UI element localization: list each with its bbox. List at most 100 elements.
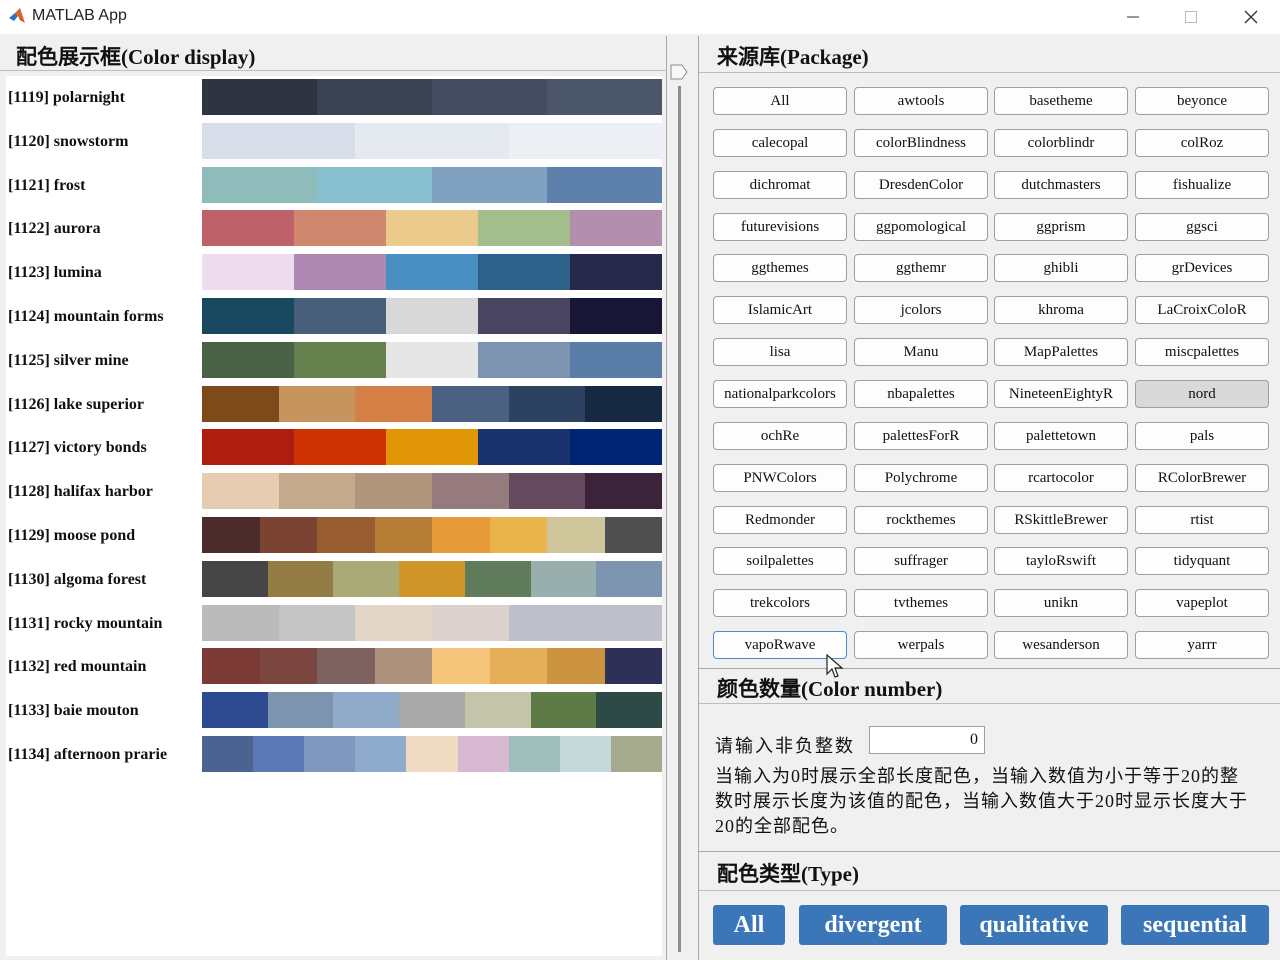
package-button-rcolorbrewer[interactable]: RColorBrewer [1135, 463, 1269, 492]
palette-label: [1132] red mountain [8, 658, 147, 676]
color-cell [489, 517, 547, 553]
package-button-rockthemes[interactable]: rockthemes [854, 505, 988, 534]
package-button-dichromat[interactable]: dichromat [713, 170, 847, 199]
matlab-logo-icon [9, 8, 25, 23]
scroll-arrow-icon[interactable] [670, 64, 688, 80]
package-button-islamicart[interactable]: IslamicArt [713, 296, 847, 325]
color-cell [202, 122, 356, 159]
type-qualitative-button[interactable]: qualitative [960, 905, 1108, 945]
package-button-taylorswift[interactable]: tayloRswift [994, 547, 1128, 576]
color-cell [457, 736, 509, 772]
package-button-vapeplot[interactable]: vapeplot [1135, 589, 1269, 618]
color-cell [202, 166, 317, 203]
package-button-colorblindness[interactable]: colorBlindness [854, 128, 988, 157]
color-cell [386, 254, 478, 291]
color-cell [278, 473, 356, 510]
package-button-palettesforr[interactable]: palettesForR [854, 421, 988, 450]
package-button-all[interactable]: All [713, 87, 847, 115]
vertical-scrollbar[interactable] [668, 36, 698, 960]
package-button-mappalettes[interactable]: MapPalettes [994, 338, 1128, 367]
palette-label: [1130] algoma forest [8, 570, 147, 588]
package-button-wesanderson[interactable]: wesanderson [994, 631, 1128, 660]
package-button-dutchmasters[interactable]: dutchmasters [994, 170, 1128, 199]
package-button-soilpalettes[interactable]: soilpalettes [713, 547, 847, 576]
color-cell [432, 648, 490, 685]
package-button-beyonce[interactable]: beyonce [1135, 87, 1269, 115]
color-cell [317, 166, 432, 203]
package-button-colroz[interactable]: colRoz [1135, 128, 1269, 157]
package-button-pals[interactable]: pals [1135, 421, 1269, 450]
palette-swatch [202, 254, 662, 291]
package-button-polychrome[interactable]: Polychrome [854, 463, 988, 492]
package-button-lacroixcolor[interactable]: LaCroixColoR [1135, 296, 1269, 325]
color-cell [202, 517, 260, 553]
package-button-basetheme[interactable]: basetheme [994, 87, 1128, 115]
package-button-rtist[interactable]: rtist [1135, 505, 1269, 534]
package-button-yarrr[interactable]: yarrr [1135, 631, 1269, 660]
package-button-werpals[interactable]: werpals [854, 631, 988, 660]
close-button[interactable] [1222, 0, 1280, 34]
type-header: 配色类型(Type) [699, 852, 1280, 891]
package-button-ggsci[interactable]: ggsci [1135, 212, 1269, 241]
color-cell [547, 166, 662, 203]
color-cell [202, 736, 254, 772]
package-button-ggpomological[interactable]: ggpomological [854, 212, 988, 241]
package-button-fishualize[interactable]: fishualize [1135, 170, 1269, 199]
color-cell [559, 736, 611, 772]
type-sequential-button[interactable]: sequential [1121, 905, 1269, 945]
palette-swatch [202, 79, 662, 115]
package-button-nineteeneightyr[interactable]: NineteenEightyR [994, 379, 1128, 408]
package-button-nord[interactable]: nord [1135, 379, 1269, 408]
number-input-label: 请输入非负整数 [715, 736, 855, 756]
package-button-tidyquant[interactable]: tidyquant [1135, 547, 1269, 576]
palette-swatch [202, 517, 662, 553]
package-button-ochre[interactable]: ochRe [713, 421, 847, 450]
type-divergent-button[interactable]: divergent [799, 905, 947, 945]
package-button-jcolors[interactable]: jcolors [854, 296, 988, 325]
close-icon [1244, 10, 1258, 24]
package-button-rskittlebrewer[interactable]: RSkittleBrewer [994, 505, 1128, 534]
package-button-ghibli[interactable]: ghibli [994, 254, 1128, 283]
color-cell [374, 648, 432, 685]
palette-label: [1131] rocky mountain [8, 614, 163, 632]
color-cell [604, 648, 662, 685]
palette-row: [1128] halifax harbor [6, 473, 663, 510]
package-button-redmonder[interactable]: Redmonder [713, 505, 847, 534]
color-cell [355, 604, 433, 641]
package-button-trekcolors[interactable]: trekcolors [713, 589, 847, 618]
minimize-button[interactable] [1104, 0, 1162, 34]
maximize-button[interactable] [1162, 0, 1220, 34]
color-cell [508, 385, 586, 422]
package-button-rcartocolor[interactable]: rcartocolor [994, 463, 1128, 492]
package-button-ggthemes[interactable]: ggthemes [713, 254, 847, 283]
package-button-calecopal[interactable]: calecopal [713, 128, 847, 157]
package-button-nationalparkcolors[interactable]: nationalparkcolors [713, 379, 847, 408]
package-button-ggthemr[interactable]: ggthemr [854, 254, 988, 283]
package-button-palettetown[interactable]: palettetown [994, 421, 1128, 450]
type-all-button[interactable]: All [713, 905, 785, 945]
scrollbar-track[interactable] [678, 86, 681, 952]
package-button-awtools[interactable]: awtools [854, 87, 988, 115]
package-button-dresdencolor[interactable]: DresdenColor [854, 170, 988, 199]
palette-row: [1125] silver mine [6, 341, 662, 378]
package-button-manu[interactable]: Manu [854, 338, 988, 367]
color-cell [202, 692, 268, 729]
package-button-unikn[interactable]: unikn [994, 589, 1128, 618]
package-button-miscpalettes[interactable]: miscpalettes [1135, 338, 1269, 367]
package-header: 来源库(Package) [699, 36, 1280, 73]
package-button-grdevices[interactable]: grDevices [1135, 254, 1269, 283]
palette-label: [1125] silver mine [8, 351, 129, 369]
color-cell [294, 429, 386, 466]
package-button-khroma[interactable]: khroma [994, 296, 1128, 325]
package-button-nbapalettes[interactable]: nbapalettes [854, 379, 988, 408]
package-button-suffrager[interactable]: suffrager [854, 547, 988, 576]
color-cell [432, 385, 509, 422]
package-button-colorblindr[interactable]: colorblindr [994, 128, 1128, 157]
package-button-futurevisions[interactable]: futurevisions [713, 212, 847, 241]
package-button-pnwcolors[interactable]: PNWColors [713, 463, 847, 492]
package-button-tvthemes[interactable]: tvthemes [854, 589, 988, 618]
package-button-ggprism[interactable]: ggprism [994, 212, 1128, 241]
color-cell [317, 648, 375, 685]
color-number-input[interactable]: 0 [869, 726, 985, 754]
package-button-lisa[interactable]: lisa [713, 338, 847, 367]
